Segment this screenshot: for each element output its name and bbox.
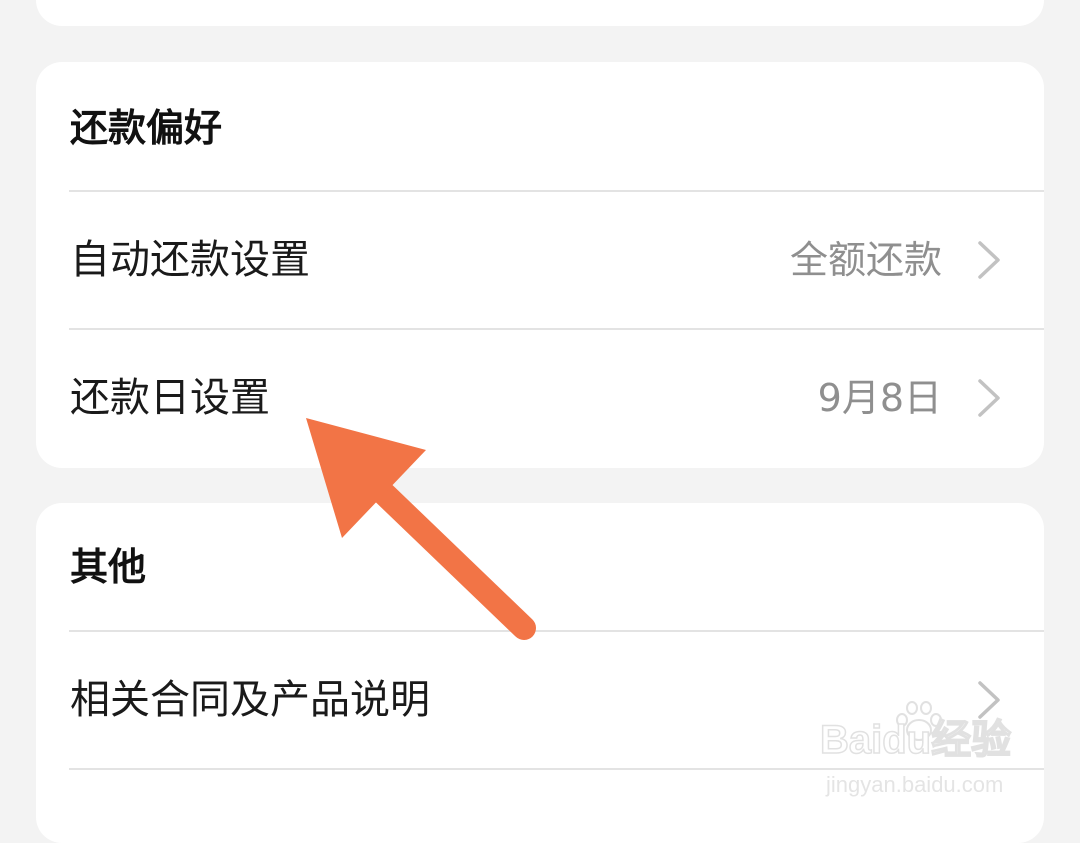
- chevron-right-icon: [978, 241, 1000, 279]
- contract-product-info-row[interactable]: 相关合同及产品说明: [36, 632, 1044, 768]
- divider: [69, 768, 1044, 770]
- section-title-other: 其他: [70, 545, 147, 589]
- contract-product-info-label: 相关合同及产品说明: [70, 677, 430, 723]
- repayment-date-setting-label: 还款日设置: [70, 375, 270, 421]
- auto-repayment-setting-row[interactable]: 自动还款设置 全额还款: [36, 192, 1044, 328]
- repayment-date-setting-row[interactable]: 还款日设置 9月8日: [36, 330, 1044, 466]
- section-title-repayment-preference: 还款偏好: [70, 106, 223, 150]
- other-card: 其他 相关合同及产品说明: [36, 503, 1044, 843]
- auto-repayment-setting-value: 全额还款: [789, 238, 942, 282]
- chevron-right-icon: [978, 379, 1000, 417]
- chevron-right-icon: [978, 681, 1000, 719]
- repayment-date-setting-value: 9月8日: [817, 376, 942, 420]
- repayment-preference-card: 还款偏好 自动还款设置 全额还款 还款日设置 9月8日: [36, 62, 1044, 468]
- previous-card: [36, 0, 1044, 26]
- auto-repayment-setting-label: 自动还款设置: [70, 237, 310, 283]
